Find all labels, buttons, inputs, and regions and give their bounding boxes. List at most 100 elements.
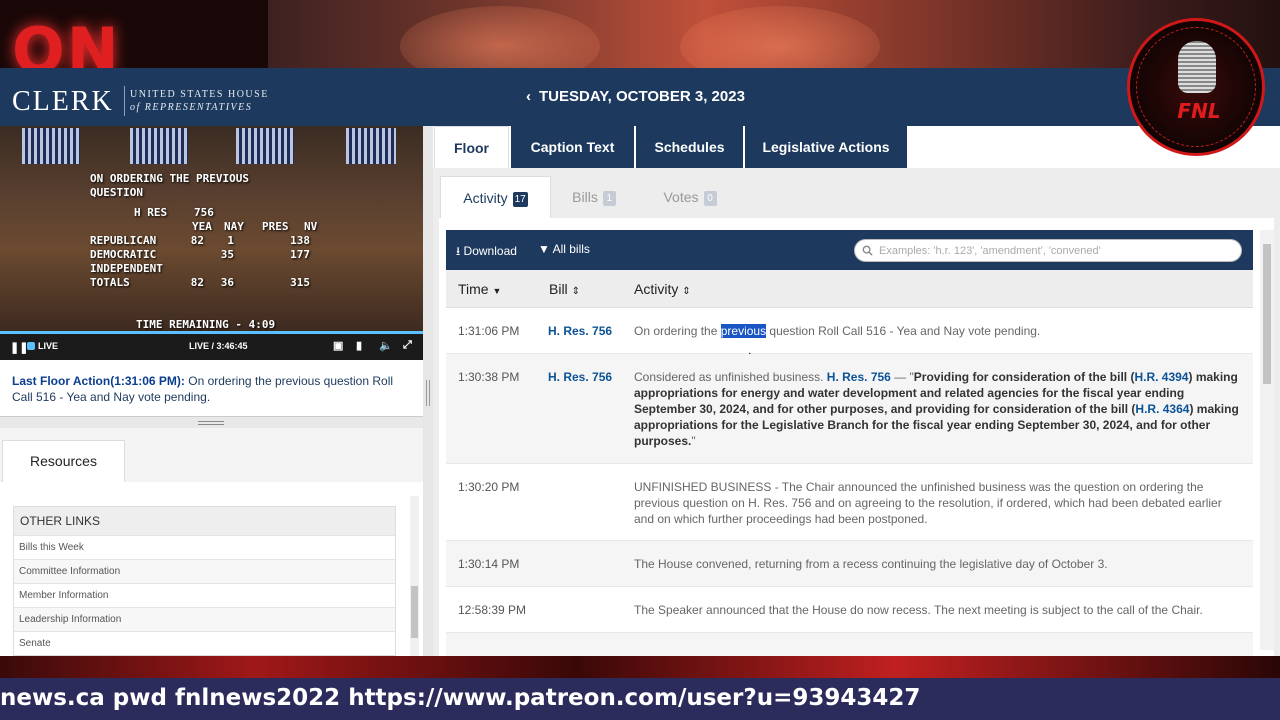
selected-text: previous <box>720 324 767 338</box>
ticker-text: news.ca pwd fnlnews2022 https://www.patr… <box>0 685 921 711</box>
tab-caption-text[interactable]: Caption Text <box>511 126 634 168</box>
search-input[interactable] <box>879 243 1229 259</box>
nv-count: 138 <box>290 234 310 247</box>
tab-floor[interactable]: Floor <box>434 126 509 168</box>
pres-count <box>234 234 274 248</box>
splitter-grip-icon <box>426 380 430 406</box>
live-time: LIVE / 3:46:45 <box>189 341 248 351</box>
col-header: PRES <box>262 220 289 233</box>
column-activity[interactable]: Activity ⇕ <box>634 281 691 297</box>
yea-count: 82 <box>190 276 204 289</box>
scrollbar-thumb[interactable] <box>1263 244 1271 384</box>
badge-text: FNL <box>1177 99 1221 123</box>
logo-subtitle: UNITED STATES HOUSE of REPRESENTATIVES <box>130 88 269 114</box>
resize-handle[interactable] <box>0 416 423 428</box>
activity-count-badge: 17 <box>512 192 528 207</box>
column-bill-label: Bill <box>549 281 568 297</box>
clerk-logo[interactable]: CLERK <box>12 86 114 118</box>
last-floor-action: Last Floor Action(1:31:06 PM): On orderi… <box>12 373 412 405</box>
quality-icon[interactable]: ▮ <box>356 339 362 352</box>
filter-icon: ▼ <box>538 242 550 256</box>
column-time[interactable]: Time ▼ <box>458 281 501 297</box>
activity-rows: 1:31:06 PM H. Res. 756 On ordering the p… <box>446 308 1253 656</box>
current-date: TUESDAY, OCTOBER 3, 2023 <box>539 88 745 105</box>
video-player[interactable]: ON ORDERING THE PREVIOUS QUESTION H RES … <box>0 126 423 332</box>
filter-label: All bills <box>552 242 590 256</box>
sort-icon: ⇕ <box>682 286 691 297</box>
search-box <box>854 239 1242 262</box>
other-links-heading: OTHER LINKS <box>14 507 395 535</box>
row-time: 1:30:38 PM <box>458 370 520 384</box>
bill-title: Providing for consideration of the bill … <box>913 370 1135 384</box>
row-time: 1:30:20 PM <box>458 480 520 494</box>
row-time: 1:30:14 PM <box>458 557 520 571</box>
last-action-label: Last Floor Action(1:31:06 PM): <box>12 374 185 388</box>
resources-area: Resources OTHER LINKS Bills this Week Co… <box>0 428 423 656</box>
tab-votes[interactable]: Votes 0 <box>655 176 725 218</box>
tab-schedules[interactable]: Schedules <box>636 126 743 168</box>
nay-count: 35 <box>220 248 234 261</box>
tab-votes-label: Votes <box>663 189 699 205</box>
party-label: INDEPENDENT <box>90 262 163 275</box>
measure-label: H RES <box>134 206 168 219</box>
pause-icon[interactable]: ❚❚ <box>10 341 28 354</box>
right-panel: Floor Caption Text Schedules Legislative… <box>433 126 1280 656</box>
activity-text: — " <box>890 370 914 384</box>
column-activity-label: Activity <box>634 281 679 297</box>
bill-link[interactable]: H.R. 4364 <box>1135 402 1189 416</box>
logo-line-2: of REPRESENTATIVES <box>130 102 253 113</box>
chevron-left-icon[interactable]: ‹ <box>526 88 531 105</box>
tab-resources[interactable]: Resources <box>2 440 125 482</box>
search-icon <box>862 245 873 256</box>
download-icon: ⭳ <box>456 244 461 258</box>
row-bill-link[interactable]: H. Res. 756 <box>548 369 612 385</box>
filter-button[interactable]: ▼ All bills <box>538 242 590 256</box>
studio-stage <box>0 656 1280 678</box>
on-air-text: ON AIR <box>12 14 121 68</box>
yea-count <box>174 248 204 262</box>
panel-splitter[interactable] <box>423 126 433 656</box>
table-row <box>446 633 1253 656</box>
captions-icon[interactable]: ▣ <box>333 339 343 352</box>
download-button[interactable]: ⭳ Download <box>456 242 517 263</box>
scrollbar-thumb[interactable] <box>411 586 418 638</box>
activity-panel: ⭳ Download ▼ All bills Time ▼ Bill ⇕ Act… <box>439 218 1274 656</box>
nay-count: 1 <box>227 234 234 247</box>
studio-background: ON AIR <box>0 0 1280 68</box>
table-row: 1:30:14 PM The House convened, returning… <box>446 541 1253 587</box>
tab-bills-label: Bills <box>572 189 598 205</box>
right-scrollbar[interactable] <box>1260 230 1274 650</box>
column-bill[interactable]: Bill ⇕ <box>549 281 580 297</box>
bill-link[interactable]: H.R. 4394 <box>1134 370 1188 384</box>
votes-count-badge: 0 <box>703 191 717 206</box>
link-bills-this-week[interactable]: Bills this Week <box>14 535 395 559</box>
vote-board <box>346 128 396 164</box>
link-leadership-information[interactable]: Leadership Information <box>14 607 395 631</box>
logo-line-1: UNITED STATES HOUSE <box>130 89 269 100</box>
overlay-title: ON ORDERING THE PREVIOUS <box>90 172 249 185</box>
live-label: LIVE <box>38 341 59 351</box>
other-links-box: OTHER LINKS Bills this Week Committee In… <box>13 506 396 656</box>
fnl-logo-badge: FNL <box>1127 18 1265 156</box>
row-activity: On ordering the previous question Roll C… <box>634 323 1244 339</box>
volume-icon[interactable]: 🔈 <box>379 339 393 352</box>
sort-icon: ⇕ <box>571 286 580 297</box>
tab-activity[interactable]: Activity 17 <box>440 176 551 218</box>
tab-bills[interactable]: Bills 1 <box>561 176 627 218</box>
tab-legislative-actions[interactable]: Legislative Actions <box>745 126 907 168</box>
fullscreen-icon[interactable]: ⤢ <box>403 339 412 352</box>
sort-down-icon: ▼ <box>492 286 502 296</box>
left-scrollbar[interactable] <box>410 496 419 656</box>
row-bill-link[interactable]: H. Res. 756 <box>548 323 612 339</box>
link-committee-information[interactable]: Committee Information <box>14 559 395 583</box>
table-row: 12:58:39 PM The Speaker announced that t… <box>446 587 1253 633</box>
bill-link[interactable]: H. Res. 756 <box>827 370 891 384</box>
nv-count: 177 <box>290 248 310 261</box>
microphone-icon <box>1178 41 1216 93</box>
row-activity: Considered as unfinished business. H. Re… <box>634 369 1244 449</box>
link-senate[interactable]: Senate <box>14 631 395 655</box>
col-header: YEA <box>192 220 212 233</box>
link-member-information[interactable]: Member Information <box>14 583 395 607</box>
measure-number: 756 <box>194 206 214 219</box>
logo-divider <box>124 86 125 116</box>
